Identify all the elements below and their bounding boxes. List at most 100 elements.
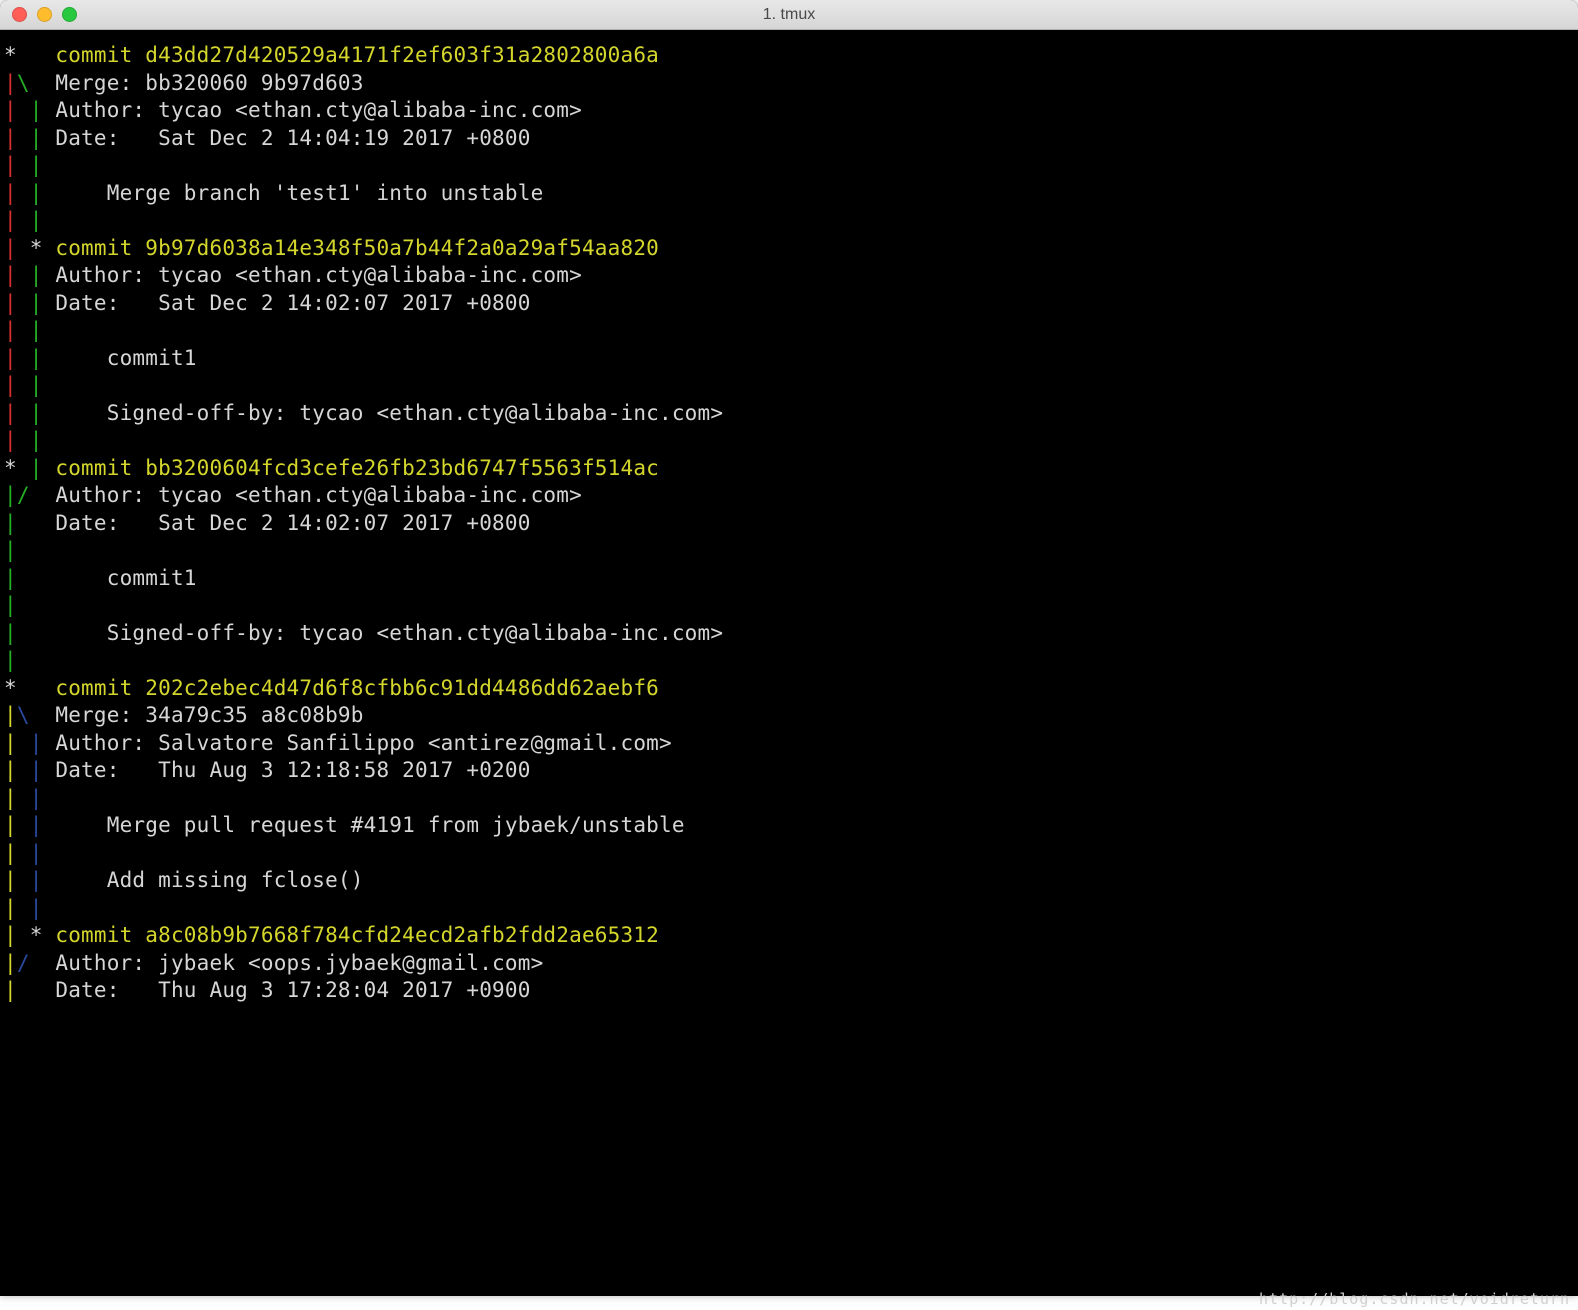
graph-gap <box>17 456 30 480</box>
graph-gap <box>43 236 56 260</box>
commit-hash: d43dd27d420529a4171f2ef603f31a2802800a6a <box>145 43 659 67</box>
author-line: Author: tycao <ethan.cty@alibaba-inc.com… <box>55 263 582 287</box>
graph-star: * <box>4 43 17 67</box>
graph-pipe: | <box>4 538 17 562</box>
merge-line: Merge: bb320060 9b97d603 <box>55 71 363 95</box>
graph-pipe: | <box>30 456 43 480</box>
commit-label: commit <box>55 43 145 67</box>
commit-msg: Merge branch 'test1' into unstable <box>55 181 543 205</box>
graph-pipe: | <box>4 758 17 782</box>
terminal-output[interactable]: * commit d43dd27d420529a4171f2ef603f31a2… <box>0 30 1578 1009</box>
graph-pipe: | <box>4 153 17 177</box>
graph-pipe: | <box>30 126 43 150</box>
graph-pipe: | <box>4 868 17 892</box>
author-line: Author: Salvatore Sanfilippo <antirez@gm… <box>55 731 671 755</box>
graph-gap <box>17 428 30 452</box>
traffic-lights <box>12 7 77 22</box>
graph-pipe: | <box>30 181 43 205</box>
graph-gap <box>43 731 56 755</box>
graph-pipe: | <box>4 813 17 837</box>
date-line: Date: Sat Dec 2 14:04:19 2017 +0800 <box>55 126 530 150</box>
graph-pipe: | <box>4 978 17 1002</box>
close-icon[interactable] <box>12 7 27 22</box>
graph-pipe: | <box>4 428 17 452</box>
graph-pipe: | <box>30 318 43 342</box>
graph-pipe: | <box>4 896 17 920</box>
graph-gap <box>17 98 30 122</box>
graph-gap <box>17 373 30 397</box>
commit-msg: Signed-off-by: tycao <ethan.cty@alibaba-… <box>55 621 723 645</box>
graph-pipe: | <box>4 566 17 590</box>
graph-pipe: | <box>4 71 17 95</box>
graph-gap <box>17 786 30 810</box>
commit-msg: commit1 <box>55 346 196 370</box>
minimize-icon[interactable] <box>37 7 52 22</box>
date-line: Date: Thu Aug 3 17:28:04 2017 +0900 <box>55 978 530 1002</box>
graph-pipe: | <box>4 841 17 865</box>
graph-pipe: | <box>30 153 43 177</box>
graph-star: * <box>4 676 17 700</box>
graph-gap <box>17 236 30 260</box>
graph-gap <box>43 923 56 947</box>
graph-gap <box>17 318 30 342</box>
author-line: Author: tycao <ethan.cty@alibaba-inc.com… <box>55 98 582 122</box>
graph-gap <box>17 126 30 150</box>
maximize-icon[interactable] <box>62 7 77 22</box>
graph-gap <box>17 181 30 205</box>
graph-pipe: | <box>4 181 17 205</box>
graph-gap <box>43 813 56 837</box>
graph-gap <box>17 868 30 892</box>
graph-pipe: | <box>4 236 17 260</box>
graph-star: * <box>30 236 43 260</box>
graph-pipe: | <box>4 401 17 425</box>
graph-gap <box>17 346 30 370</box>
graph-pipe: | <box>4 951 17 975</box>
graph-pipe: | <box>4 703 17 727</box>
graph-pipe: | <box>4 263 17 287</box>
graph-pipe: | <box>4 923 17 947</box>
terminal-window: 1. tmux * commit d43dd27d420529a4171f2ef… <box>0 0 1578 1296</box>
graph-pipe: | <box>30 291 43 315</box>
graph-gap <box>17 676 56 700</box>
commit-label: commit <box>55 923 145 947</box>
graph-gap <box>17 841 30 865</box>
graph-pipe: | <box>4 208 17 232</box>
graph-gap <box>43 401 56 425</box>
window-title: 1. tmux <box>0 6 1578 24</box>
graph-pipe: | <box>30 758 43 782</box>
graph-gap <box>17 43 56 67</box>
commit-label: commit <box>55 676 145 700</box>
graph-pipe: | <box>30 208 43 232</box>
graph-pipe: | <box>4 346 17 370</box>
commit-hash: 9b97d6038a14e348f50a7b44f2a0a29af54aa820 <box>145 236 659 260</box>
date-line: Date: Sat Dec 2 14:02:07 2017 +0800 <box>55 511 530 535</box>
graph-gap <box>17 621 56 645</box>
graph-gap <box>17 758 30 782</box>
graph-gap <box>17 923 30 947</box>
date-line: Date: Sat Dec 2 14:02:07 2017 +0800 <box>55 291 530 315</box>
titlebar[interactable]: 1. tmux <box>0 0 1578 30</box>
graph-pipe: | <box>4 648 17 672</box>
graph-gap <box>43 868 56 892</box>
graph-pipe: | <box>30 868 43 892</box>
graph-gap <box>17 978 56 1002</box>
graph-gap <box>43 758 56 782</box>
graph-gap <box>43 98 56 122</box>
commit-hash: bb3200604fcd3cefe26fb23bd6747f5563f514ac <box>145 456 659 480</box>
graph-pipe: | <box>30 373 43 397</box>
graph-pipe: | <box>30 98 43 122</box>
graph-gap <box>17 291 30 315</box>
commit-label: commit <box>55 456 145 480</box>
graph-gap <box>30 483 56 507</box>
graph-gap <box>17 896 30 920</box>
graph-gap <box>43 291 56 315</box>
graph-star: * <box>4 456 17 480</box>
graph-pipe: | <box>30 813 43 837</box>
graph-pipe: | <box>4 318 17 342</box>
graph-slash: / <box>17 951 30 975</box>
commit-msg: Merge pull request #4191 from jybaek/uns… <box>55 813 684 837</box>
graph-pipe: | <box>4 731 17 755</box>
graph-pipe: | <box>4 621 17 645</box>
commit-hash: a8c08b9b7668f784cfd24ecd2afb2fdd2ae65312 <box>145 923 659 947</box>
graph-gap <box>30 951 56 975</box>
